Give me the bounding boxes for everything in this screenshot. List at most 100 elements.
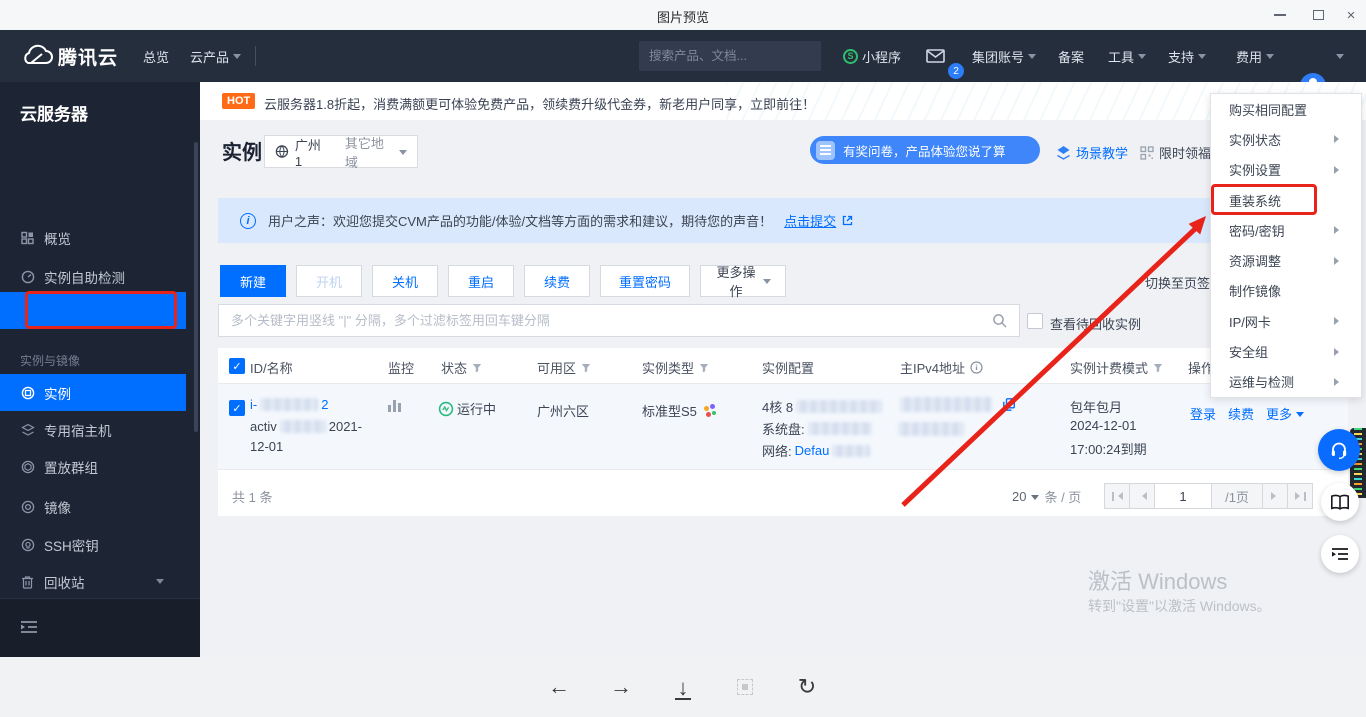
- survey-banner-button[interactable]: 有奖问卷，产品体验您说了算: [810, 136, 1040, 164]
- renew-link[interactable]: 续费: [1228, 404, 1254, 423]
- message-count-badge[interactable]: 2: [948, 63, 964, 79]
- nav-search-input[interactable]: [649, 49, 810, 63]
- col-zone[interactable]: 可用区: [537, 358, 591, 377]
- nav-group-account[interactable]: 集团账号: [972, 30, 1036, 82]
- sidebar-item-placement-group[interactable]: 置放群组: [0, 448, 200, 485]
- menu-item-password-key[interactable]: 密码/密钥: [1211, 215, 1361, 245]
- documentation-button[interactable]: [1321, 483, 1359, 521]
- feedback-button[interactable]: [1321, 535, 1359, 573]
- menu-item-instance-status[interactable]: 实例状态: [1211, 124, 1361, 154]
- menu-item-instance-settings[interactable]: 实例设置: [1211, 155, 1361, 185]
- sidebar-item-self-check[interactable]: 实例自助检测: [0, 258, 200, 295]
- more-link[interactable]: 更多: [1266, 404, 1304, 423]
- nav-messages[interactable]: [926, 30, 945, 82]
- info-icon[interactable]: [970, 361, 983, 374]
- collapse-sidebar-icon[interactable]: [20, 620, 38, 634]
- survey-doc-icon: [816, 141, 835, 160]
- start-button[interactable]: 开机: [296, 265, 362, 297]
- chevron-down-icon: [233, 54, 241, 63]
- reset-password-button[interactable]: 重置密码: [600, 265, 690, 297]
- menu-item-create-image[interactable]: 制作镜像: [1211, 276, 1361, 306]
- recycle-checkbox-label[interactable]: 查看待回收实例: [1050, 314, 1141, 333]
- login-link[interactable]: 登录: [1190, 404, 1216, 423]
- nav-beian[interactable]: 备案: [1058, 30, 1084, 82]
- filter-icon[interactable]: [581, 363, 591, 373]
- menu-item-ip-nic[interactable]: IP/网卡: [1211, 306, 1361, 336]
- download-button[interactable]: ↓: [666, 670, 700, 704]
- first-page-button[interactable]: [1104, 483, 1130, 509]
- rotate-button[interactable]: ↻: [790, 670, 824, 704]
- col-id-name[interactable]: ID/名称: [250, 358, 293, 377]
- minimize-button[interactable]: [1263, 0, 1297, 30]
- instance-id[interactable]: i- 2: [250, 397, 328, 412]
- next-page-button[interactable]: [1262, 483, 1288, 509]
- close-button[interactable]: ×: [1334, 0, 1366, 30]
- nav-support[interactable]: 支持: [1168, 30, 1206, 82]
- region-other[interactable]: 其它地域: [345, 133, 393, 171]
- sidebar-item-instances[interactable]: 实例: [0, 374, 186, 411]
- switch-tab-label[interactable]: 切换至页签: [1145, 273, 1210, 292]
- chevron-down-icon: [763, 279, 771, 288]
- filter-icon[interactable]: [472, 363, 482, 373]
- instance-filter-box[interactable]: [218, 304, 1020, 337]
- create-button[interactable]: 新建: [220, 265, 286, 297]
- instance-icon: [21, 386, 35, 400]
- sidebar-scrollbar[interactable]: [194, 142, 198, 432]
- sidebar-item-images[interactable]: 镜像: [0, 488, 200, 525]
- submit-feedback-link[interactable]: 点击提交: [784, 211, 836, 230]
- nav-search-box[interactable]: [639, 41, 821, 71]
- menu-item-buy-same-config[interactable]: 购买相同配置: [1211, 94, 1361, 124]
- sidebar-item-dedicated-host[interactable]: 专用宿主机: [0, 411, 200, 448]
- promo-text[interactable]: 云服务器1.8折起，消费满额更可体验免费产品，领续费升级代金券，新老用户同享，立…: [264, 94, 815, 113]
- tencent-cloud-logo[interactable]: 腾讯云: [20, 30, 118, 82]
- col-type[interactable]: 实例类型: [642, 358, 709, 377]
- nav-overview[interactable]: 总览: [143, 30, 169, 82]
- nav-user-menu[interactable]: [1336, 30, 1344, 82]
- select-all-checkbox[interactable]: ✓: [229, 358, 245, 374]
- instance-id-prefix: i-: [250, 397, 257, 412]
- nav-tools[interactable]: 工具: [1108, 30, 1146, 82]
- col-status[interactable]: 状态: [441, 358, 482, 377]
- previous-image-button[interactable]: ←: [542, 670, 576, 704]
- type-label: 标准型S5: [642, 401, 697, 420]
- prev-page-button[interactable]: [1129, 483, 1155, 509]
- filter-icon[interactable]: [699, 363, 709, 373]
- customer-service-button[interactable]: [1318, 429, 1360, 471]
- nav-miniprogram[interactable]: S 小程序: [843, 30, 901, 82]
- instance-filter-input[interactable]: [231, 313, 992, 328]
- col-billing[interactable]: 实例计费模式: [1070, 358, 1163, 377]
- nav-products[interactable]: 云产品: [190, 30, 241, 82]
- chevron-down-icon: [1198, 54, 1206, 63]
- nav-billing[interactable]: 费用: [1236, 30, 1274, 82]
- search-icon[interactable]: [992, 313, 1007, 328]
- fit-screen-button[interactable]: [728, 670, 762, 704]
- region-selector[interactable]: 广州 1 其它地域: [264, 135, 418, 168]
- sidebar-item-recycle-bin[interactable]: 回收站: [0, 563, 200, 600]
- row-checkbox[interactable]: ✓: [229, 400, 245, 416]
- maximize-button[interactable]: [1301, 0, 1335, 30]
- filter-icon[interactable]: [1153, 363, 1163, 373]
- sidebar-item-label: SSH密钥: [44, 535, 99, 555]
- menu-item-reinstall-os[interactable]: 重装系统: [1211, 185, 1361, 215]
- restart-button[interactable]: 重启: [448, 265, 514, 297]
- copy-icon[interactable]: [1003, 398, 1015, 411]
- menu-item-ops-detection[interactable]: 运维与检测: [1211, 367, 1361, 397]
- recycle-checkbox[interactable]: [1027, 313, 1043, 329]
- instance-row[interactable]: ✓ i- 2 activ 2021- 12-01 运行中 广州六区: [218, 384, 1348, 470]
- page-size-selector[interactable]: 20 条 / 页: [1012, 487, 1081, 506]
- menu-item-security-group[interactable]: 安全组: [1211, 336, 1361, 366]
- menu-item-resource-adjust[interactable]: 资源调整: [1211, 245, 1361, 275]
- sidebar-item-overview[interactable]: 概览: [0, 219, 200, 256]
- page-number-input[interactable]: 1: [1154, 483, 1212, 509]
- nav-divider: [255, 46, 256, 66]
- last-page-button[interactable]: [1287, 483, 1313, 509]
- scene-tutorial-link[interactable]: 场景教学: [1056, 143, 1128, 162]
- renew-button[interactable]: 续费: [524, 265, 590, 297]
- next-image-button[interactable]: →: [604, 670, 638, 704]
- instance-name-line2: 12-01: [250, 439, 283, 454]
- vpc-link[interactable]: Defau: [795, 443, 830, 458]
- shutdown-button[interactable]: 关机: [372, 265, 438, 297]
- monitor-chart-icon[interactable]: [388, 400, 401, 412]
- sidebar-item-ssh-keys[interactable]: SSH密钥: [0, 526, 200, 563]
- more-actions-button[interactable]: 更多操作: [700, 265, 786, 297]
